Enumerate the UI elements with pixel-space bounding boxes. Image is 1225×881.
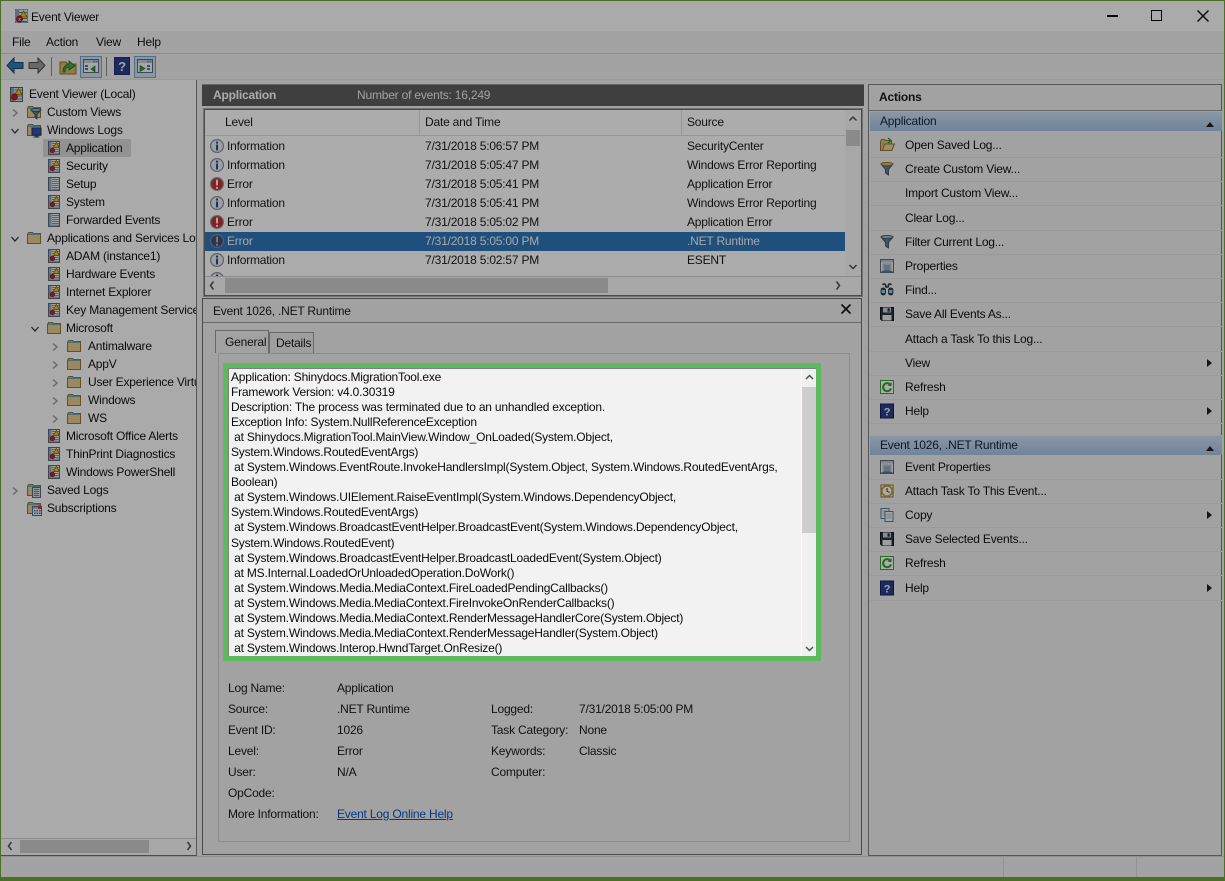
svg-text:?: ? [118, 59, 126, 74]
